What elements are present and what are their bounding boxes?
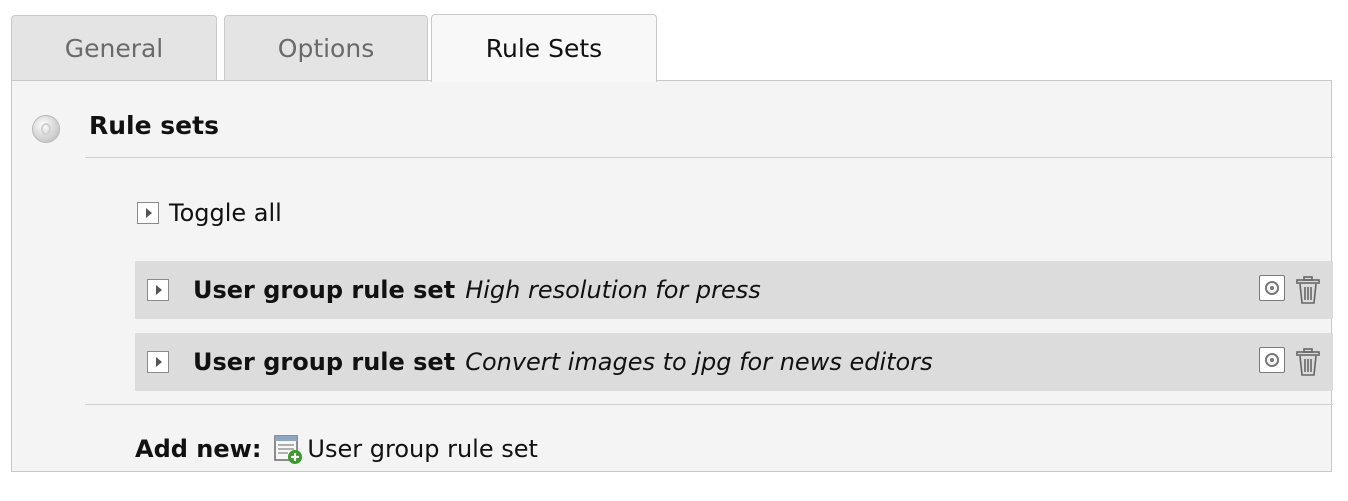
add-user-group-rule-set-link[interactable]: User group rule set: [273, 433, 538, 465]
help-icon[interactable]: [32, 115, 60, 143]
rule-sets-panel: Rule sets Toggle all User group rule set…: [11, 80, 1333, 472]
tab-options[interactable]: Options: [224, 15, 428, 81]
triangle-right-icon[interactable]: [147, 351, 169, 373]
add-new-label: Add new:: [135, 435, 262, 463]
new-record-icon: [274, 435, 303, 464]
toggle-all-label: Toggle all: [169, 199, 282, 227]
section-title: Rule sets: [89, 111, 219, 140]
add-link-label: User group rule set: [307, 435, 538, 463]
tab-rule-sets[interactable]: Rule Sets: [431, 14, 657, 82]
toggle-all-button[interactable]: Toggle all: [137, 199, 282, 227]
row-actions: [1259, 347, 1323, 377]
divider: [85, 157, 1333, 158]
move-icon[interactable]: [1259, 275, 1285, 301]
add-new-row: Add new: User group rule set: [135, 433, 538, 465]
tab-general[interactable]: General: [11, 15, 217, 81]
ruleset-name: High resolution for press: [465, 276, 761, 304]
move-icon[interactable]: [1259, 347, 1285, 373]
divider: [85, 404, 1333, 405]
trash-icon[interactable]: [1293, 347, 1323, 377]
triangle-right-icon: [137, 202, 159, 224]
ruleset-type: User group rule set: [193, 276, 456, 304]
ruleset-row[interactable]: User group rule set Convert images to jp…: [135, 333, 1333, 391]
ruleset-row[interactable]: User group rule set High resolution for …: [135, 261, 1333, 319]
ruleset-name: Convert images to jpg for news editors: [465, 348, 933, 376]
triangle-right-icon[interactable]: [147, 279, 169, 301]
trash-icon[interactable]: [1293, 275, 1323, 305]
ruleset-type: User group rule set: [193, 348, 456, 376]
row-actions: [1259, 275, 1323, 305]
